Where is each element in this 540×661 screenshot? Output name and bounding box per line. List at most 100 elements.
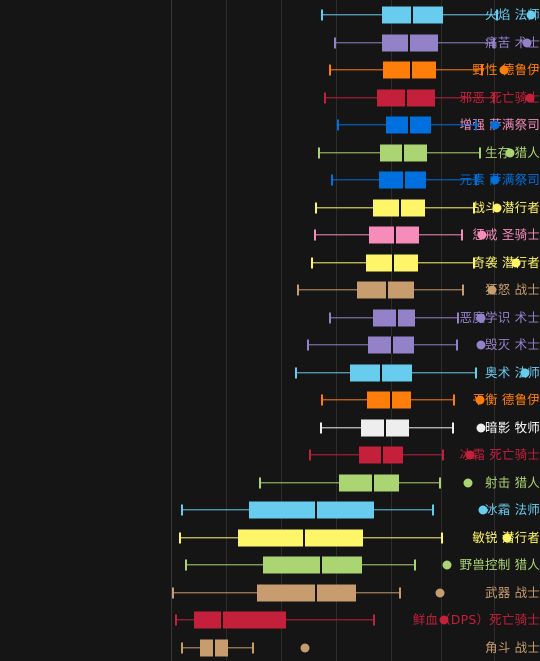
box-whisker-group: [0, 496, 540, 524]
box-whisker-group: [0, 249, 540, 277]
outlier-dot[interactable]: [476, 313, 486, 322]
outlier-dot[interactable]: [511, 258, 521, 267]
outlier-dot[interactable]: [492, 203, 502, 212]
boxplot-row[interactable]: 射击 猎人: [0, 469, 540, 497]
boxplot-row[interactable]: 战斗 潜行者: [0, 194, 540, 222]
box-whisker-group: [0, 524, 540, 552]
box-whisker-group: [0, 276, 540, 304]
median-line: [303, 529, 305, 546]
quartile-box[interactable]: [249, 501, 374, 519]
whisker-cap-low: [321, 394, 323, 406]
median-line: [320, 556, 322, 574]
whisker-cap-low: [324, 92, 326, 103]
outlier-dot[interactable]: [465, 450, 475, 460]
outlier-dot[interactable]: [442, 560, 452, 570]
whisker-cap-low: [329, 64, 331, 76]
quartile-box[interactable]: [373, 309, 415, 326]
boxplot-row[interactable]: 狂怒 战士: [0, 276, 540, 304]
boxplot-figure: 火焰 法师 痛苦 术士 野性 德鲁伊 邪恶 死亡骑士 增强 萨满祭司 生存 猎人 元素 萨满…: [0, 0, 540, 661]
box-whisker-group: [0, 606, 540, 634]
quartile-box[interactable]: [263, 556, 362, 574]
median-line: [221, 611, 223, 629]
outlier-dot[interactable]: [502, 533, 512, 542]
whisker-cap-low: [318, 147, 320, 158]
boxplot-row[interactable]: 奥术 法师: [0, 359, 540, 387]
boxplot-row[interactable]: 邪恶 死亡骑士: [0, 84, 540, 112]
outlier-dot[interactable]: [499, 65, 509, 75]
boxplot-row[interactable]: 痛苦 术士: [0, 29, 540, 57]
outlier-dot[interactable]: [505, 148, 515, 157]
outlier-dot[interactable]: [525, 93, 535, 102]
median-line: [372, 474, 374, 491]
boxplot-row[interactable]: 鲜血（DPS）死亡骑士: [0, 606, 540, 634]
boxplot-row[interactable]: 毁灭 术士: [0, 331, 540, 359]
outlier-dot[interactable]: [475, 395, 485, 405]
boxplot-row[interactable]: 增强 萨满祭司: [0, 111, 540, 139]
boxplot-row[interactable]: 暗影 牧师: [0, 414, 540, 442]
outlier-dot[interactable]: [463, 478, 473, 487]
boxplot-row[interactable]: 敏锐 潜行者: [0, 524, 540, 552]
outlier-dot[interactable]: [520, 368, 530, 377]
box-whisker-group: [0, 166, 540, 194]
box-whisker-group: [0, 386, 540, 414]
outlier-dot[interactable]: [487, 285, 497, 295]
outlier-dot[interactable]: [476, 340, 486, 350]
whisker-cap-low: [179, 532, 181, 543]
whisker-cap-high: [479, 147, 481, 158]
median-line: [394, 226, 396, 244]
boxplot-row[interactable]: 冰霜 死亡骑士: [0, 441, 540, 469]
boxplot-row[interactable]: 奇袭 潜行者: [0, 249, 540, 277]
median-line: [408, 34, 410, 51]
whisker-cap-low: [295, 367, 297, 378]
boxplot-row[interactable]: 平衡 德鲁伊: [0, 386, 540, 414]
box-whisker-group: [0, 579, 540, 607]
whisker-cap-low: [181, 642, 183, 653]
outlier-dot[interactable]: [476, 423, 486, 432]
whisker-cap-low: [259, 477, 261, 488]
whisker-cap-low: [334, 37, 336, 48]
outlier-dot[interactable]: [439, 615, 449, 625]
quartile-box[interactable]: [238, 529, 363, 546]
boxplot-row[interactable]: 元素 萨满祭司: [0, 166, 540, 194]
boxplot-row[interactable]: 恶魔学识 术士: [0, 304, 540, 332]
outlier-dot[interactable]: [435, 588, 445, 597]
box-whisker-group: [0, 194, 540, 222]
whisker-cap-low: [314, 229, 316, 241]
boxplot-row[interactable]: 火焰 法师: [0, 1, 540, 29]
whisker-cap-high: [453, 394, 455, 406]
whisker-cap-high: [475, 119, 477, 131]
median-line: [411, 6, 413, 24]
quartile-box[interactable]: [382, 34, 438, 51]
box-whisker-group: [0, 111, 540, 139]
boxplot-row[interactable]: 生存 猎人: [0, 139, 540, 167]
outlier-dot[interactable]: [477, 230, 487, 240]
boxplot-row[interactable]: 冰霜 法师: [0, 496, 540, 524]
median-line: [380, 364, 382, 381]
whisker-cap-high: [475, 367, 477, 378]
box-whisker-group: [0, 414, 540, 442]
whisker-cap-high: [493, 37, 495, 48]
quartile-box[interactable]: [257, 584, 356, 601]
whisker-cap-low: [329, 312, 331, 323]
outlier-dot[interactable]: [300, 643, 310, 652]
whisker-cap-low: [320, 422, 322, 433]
whisker-cap-high: [473, 202, 475, 213]
boxplot-row[interactable]: 野兽控制 猎人: [0, 551, 540, 579]
boxplot-row[interactable]: 惩戒 圣骑士: [0, 221, 540, 249]
boxplot-row[interactable]: 角斗 战士: [0, 634, 540, 661]
whisker-cap-high: [473, 257, 475, 268]
whisker-cap-high: [496, 9, 498, 21]
boxplot-row[interactable]: 武器 战士: [0, 579, 540, 607]
outlier-dot[interactable]: [490, 120, 500, 130]
quartile-box[interactable]: [339, 474, 399, 491]
box-whisker-group: [0, 359, 540, 387]
boxplot-row[interactable]: 野性 德鲁伊: [0, 56, 540, 84]
quartile-box[interactable]: [194, 611, 286, 629]
quartile-box[interactable]: [367, 391, 411, 409]
outlier-dot[interactable]: [522, 38, 532, 47]
whisker-cap-low: [337, 119, 339, 131]
outlier-dot[interactable]: [478, 505, 488, 515]
outlier-dot[interactable]: [490, 175, 500, 185]
whisker-cap-high: [441, 532, 443, 543]
outlier-dot[interactable]: [526, 10, 536, 20]
